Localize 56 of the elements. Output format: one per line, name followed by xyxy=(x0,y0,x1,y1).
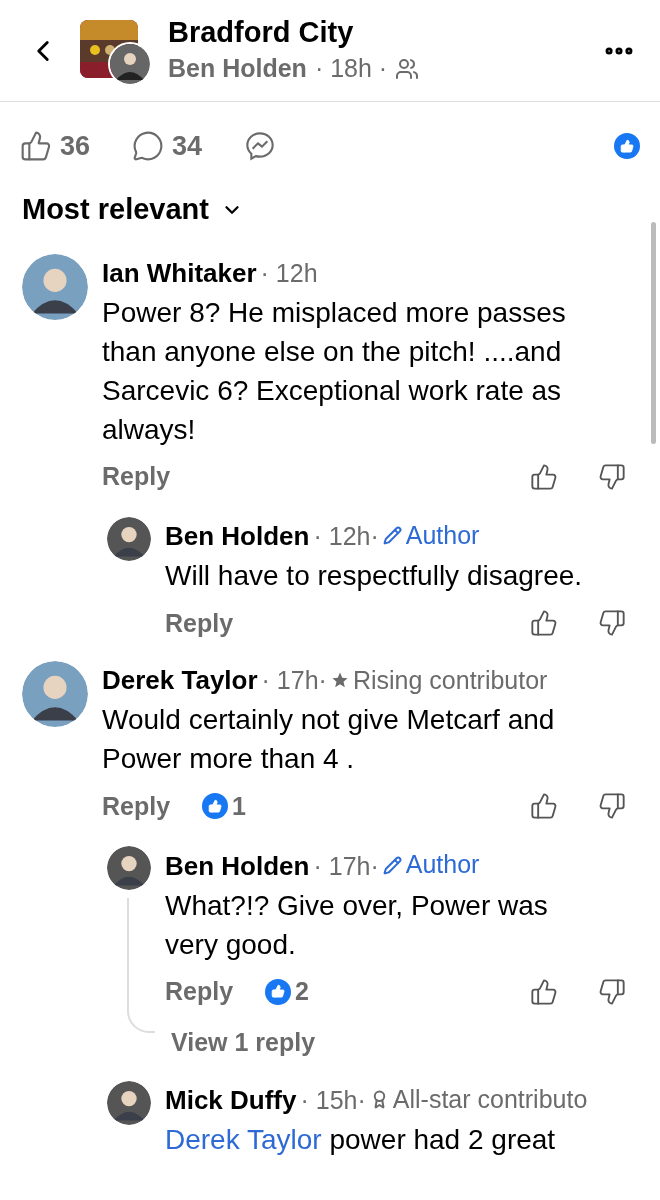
reply-button[interactable]: Reply xyxy=(165,604,234,642)
comment-time: · 17h· xyxy=(261,665,327,697)
avatar xyxy=(22,661,88,728)
group-privacy-icon xyxy=(395,56,420,81)
badge-label: Author xyxy=(405,520,480,551)
view-replies-link[interactable]: View 1 reply xyxy=(171,1023,652,1061)
comment-text: What?!? Give over, Power was very good. xyxy=(165,888,549,962)
like-icon[interactable] xyxy=(20,130,52,162)
comment-text: Will have to respectfully disagree. xyxy=(165,559,584,594)
reply-button[interactable]: Reply xyxy=(165,972,234,1011)
reply-button[interactable]: Reply xyxy=(102,787,171,825)
sort-label[interactable]: Most relevant xyxy=(22,188,209,232)
mention-link[interactable]: Derek Taylor xyxy=(165,1124,322,1156)
like-reaction-icon xyxy=(202,793,229,820)
star-icon xyxy=(330,671,349,690)
like-reaction-icon xyxy=(265,978,292,1005)
commenter-name[interactable]: Ben Holden xyxy=(165,846,310,886)
badge-label: Rising contributor xyxy=(352,664,548,696)
avatar xyxy=(108,41,152,86)
comment-text: Power 8? He misplaced more passes than anyone else on the pitch! ....and Sarcevic 6? Exceptional work rate as always! xyxy=(102,296,567,447)
reply-button[interactable]: Reply xyxy=(102,458,171,496)
comment-time: · 15h· xyxy=(300,1085,366,1117)
comment-count: 34 xyxy=(172,129,203,163)
badge-label: Author xyxy=(405,849,480,881)
comment-time: · 12h xyxy=(260,258,318,289)
group-name[interactable]: Bradford City xyxy=(168,13,602,50)
avatar xyxy=(107,517,151,561)
pencil-icon xyxy=(382,526,402,546)
avatar xyxy=(107,1081,151,1125)
comment-time: · 17h· xyxy=(313,850,379,882)
commenter-name[interactable]: Mick Duffy xyxy=(165,1081,297,1121)
like-count: 36 xyxy=(60,129,91,163)
reaction-count: 2 xyxy=(295,975,309,1007)
upvote-icon[interactable] xyxy=(530,609,558,638)
comment-text: Would certainly not give Metcarf and Power more than 4 . xyxy=(102,703,556,777)
post-author[interactable]: Ben Holden xyxy=(168,49,307,88)
commenter-name[interactable]: Ben Holden xyxy=(165,517,310,557)
badge-label: All-star contributo xyxy=(392,1084,588,1115)
commenter-name[interactable]: Ian Whitaker xyxy=(102,254,257,293)
upvote-icon[interactable] xyxy=(530,977,558,1006)
downvote-icon[interactable] xyxy=(598,977,626,1006)
upvote-icon[interactable] xyxy=(530,792,558,821)
downvote-icon[interactable] xyxy=(598,792,626,821)
comment-text: Derek Taylor power had 2 great xyxy=(165,1123,557,1158)
commenter-name[interactable]: Derek Taylor xyxy=(102,661,258,701)
post-time: · 18h · xyxy=(314,52,388,84)
messenger-icon[interactable] xyxy=(244,130,277,162)
reaction-count: 1 xyxy=(232,790,246,822)
upvote-icon[interactable] xyxy=(530,463,558,491)
pencil-icon xyxy=(382,855,402,875)
avatar xyxy=(22,254,88,320)
avatar xyxy=(107,846,151,891)
downvote-icon[interactable] xyxy=(598,463,626,491)
downvote-icon[interactable] xyxy=(598,609,626,638)
comment-time: · 12h· xyxy=(313,521,379,553)
comment-icon[interactable] xyxy=(132,130,165,162)
